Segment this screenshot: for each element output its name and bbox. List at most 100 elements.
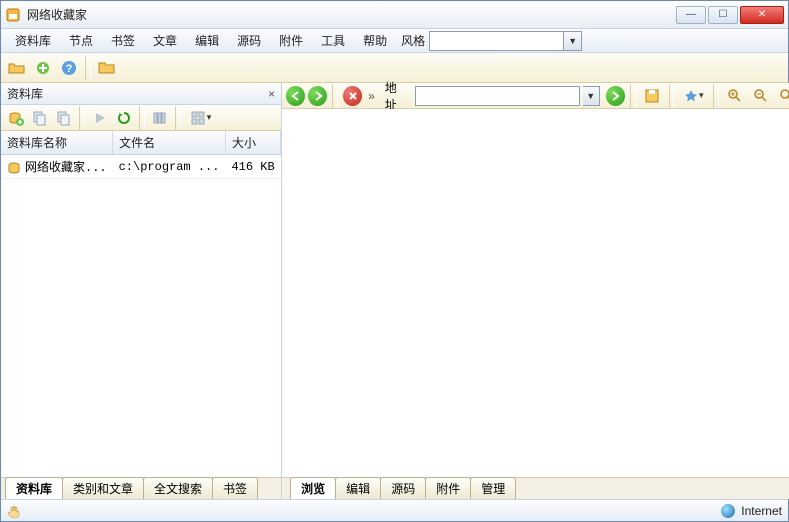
addr-sep4: [713, 84, 719, 108]
right-pane: » 地址 ▼ ▾ 浏览 编辑 源码 附件 管理: [282, 83, 789, 499]
cell-name: 网络收藏家...: [1, 155, 113, 179]
grid-icon: [191, 111, 205, 125]
db-table-header-row: 资料库名称 文件名 大小: [1, 131, 281, 155]
stop-icon: [348, 91, 358, 101]
menu-help[interactable]: 帮助: [355, 30, 395, 51]
col-name[interactable]: 资料库名称: [1, 131, 113, 155]
menu-node[interactable]: 节点: [61, 30, 101, 51]
addr-sep3: [669, 84, 675, 108]
tab-browse[interactable]: 浏览: [290, 477, 336, 499]
columns-icon: [153, 111, 167, 125]
left-sep1: [79, 106, 85, 130]
columns-button[interactable]: [149, 107, 171, 129]
db-table: 资料库名称 文件名 大小 网络收藏家... c:\program ... 416…: [1, 131, 281, 179]
left-pane-title: 资料库: [7, 85, 43, 102]
tab-bookmarks[interactable]: 书签: [212, 477, 258, 499]
cell-size: 416 KB: [225, 155, 280, 179]
style-label: 风格: [397, 32, 425, 49]
zoom-in-button[interactable]: [724, 84, 747, 108]
refresh-button[interactable]: [113, 107, 135, 129]
left-tabs: 资料库 类别和文章 全文搜索 书签: [1, 477, 281, 499]
left-sep2: [139, 106, 145, 130]
tab-source[interactable]: 源码: [380, 477, 426, 499]
tab-database[interactable]: 资料库: [5, 477, 63, 499]
add-button[interactable]: [31, 56, 55, 80]
address-bar: » 地址 ▼ ▾: [282, 83, 789, 109]
left-pane-header: 资料库 ×: [1, 83, 281, 105]
col-file[interactable]: 文件名: [113, 131, 226, 155]
address-dropdown[interactable]: ▼: [583, 86, 600, 106]
play-button[interactable]: [89, 107, 111, 129]
db-copy2-button[interactable]: [53, 107, 75, 129]
zoom-out-icon: [753, 88, 769, 104]
help-button[interactable]: ?: [57, 56, 81, 80]
menu-source[interactable]: 源码: [229, 30, 269, 51]
save-button[interactable]: [641, 84, 664, 108]
browser-content: [282, 109, 789, 477]
menu-edit[interactable]: 编辑: [187, 30, 227, 51]
nav-back-button[interactable]: [286, 86, 305, 106]
style-dropdown-button[interactable]: ▼: [564, 31, 582, 51]
tab-categories[interactable]: 类别和文章: [62, 477, 144, 499]
zoom-in-icon: [727, 88, 743, 104]
cell-file: c:\program ...: [113, 155, 226, 179]
app-window: 网络收藏家 — ☐ ✕ 资料库 节点 书签 文章 编辑 源码 附件 工具 帮助 …: [0, 0, 789, 522]
left-toolbar: ▾: [1, 105, 281, 131]
menu-attach[interactable]: 附件: [271, 30, 311, 51]
status-text: Internet: [741, 504, 782, 518]
addr-sep2: [630, 84, 636, 108]
menu-article[interactable]: 文章: [145, 30, 185, 51]
db-icon: [7, 161, 21, 175]
db-table-wrap: 资料库名称 文件名 大小 网络收藏家... c:\program ... 416…: [1, 131, 281, 477]
tab-attach[interactable]: 附件: [425, 477, 471, 499]
minimize-button[interactable]: —: [676, 6, 706, 24]
tab-fulltext[interactable]: 全文搜索: [143, 477, 213, 499]
db-copy-button[interactable]: [29, 107, 51, 129]
svg-text:?: ?: [66, 63, 73, 75]
style-select[interactable]: [429, 31, 564, 51]
copy2-icon: [56, 110, 72, 126]
view-grid-button[interactable]: ▾: [185, 107, 217, 129]
left-pane: 资料库 × ▾ 资料库名称: [1, 83, 282, 499]
open-folder-button[interactable]: [5, 56, 29, 80]
addr-sep1: [332, 84, 338, 108]
arrow-left-icon: [291, 91, 301, 101]
db-add-button[interactable]: [5, 107, 27, 129]
address-input[interactable]: [415, 86, 580, 106]
folder-open-icon: [8, 60, 26, 76]
menu-tools[interactable]: 工具: [313, 30, 353, 51]
folder-button[interactable]: [95, 56, 119, 80]
menu-database[interactable]: 资料库: [7, 30, 59, 51]
window-controls: — ☐ ✕: [676, 6, 784, 24]
close-button[interactable]: ✕: [740, 6, 784, 24]
address-label: 地址: [381, 79, 412, 113]
nav-stop-button[interactable]: [343, 86, 362, 106]
body-area: 资料库 × ▾ 资料库名称: [1, 83, 788, 499]
db-add-icon: [8, 110, 24, 126]
save-icon: [644, 88, 660, 104]
help-icon: ?: [61, 60, 77, 76]
left-pane-close[interactable]: ×: [268, 87, 275, 101]
menubar: 资料库 节点 书签 文章 编辑 源码 附件 工具 帮助 风格 ▼: [1, 29, 788, 53]
favorite-button[interactable]: ▾: [679, 84, 708, 108]
statusbar: Internet: [1, 499, 788, 521]
go-button[interactable]: [606, 86, 625, 106]
toolbar-separator: [85, 56, 91, 80]
col-size[interactable]: 大小: [225, 131, 280, 155]
titlebar: 网络收藏家 — ☐ ✕: [1, 1, 788, 29]
menu-bookmark[interactable]: 书签: [103, 30, 143, 51]
tab-edit[interactable]: 编辑: [335, 477, 381, 499]
zoom-reset-button[interactable]: [776, 84, 789, 108]
tab-manage[interactable]: 管理: [470, 477, 516, 499]
copy-icon: [32, 110, 48, 126]
nav-forward-button[interactable]: [308, 86, 327, 106]
play-icon: [93, 111, 107, 125]
maximize-button[interactable]: ☐: [708, 6, 738, 24]
app-title: 网络收藏家: [27, 6, 676, 23]
go-icon: [610, 91, 620, 101]
zoom-out-button[interactable]: [750, 84, 773, 108]
status-hand-icon: [7, 504, 23, 518]
nav-more-button[interactable]: »: [365, 89, 378, 103]
zoom-icon: [779, 88, 789, 104]
table-row[interactable]: 网络收藏家... c:\program ... 416 KB: [1, 155, 281, 179]
